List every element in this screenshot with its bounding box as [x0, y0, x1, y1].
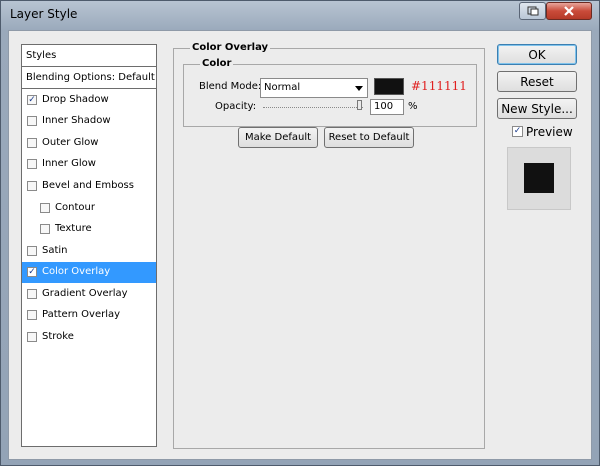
preview-label: Preview	[526, 125, 573, 139]
chevron-down-icon	[355, 86, 363, 91]
blending-options-item[interactable]: Blending Options: Default	[22, 67, 156, 89]
close-icon	[564, 6, 574, 16]
style-item-label: Satin	[42, 245, 68, 256]
style-item-label: Texture	[55, 223, 92, 234]
checkbox[interactable]	[27, 246, 37, 256]
style-item-bevel-emboss[interactable]: Bevel and Emboss	[22, 176, 156, 197]
opacity-input[interactable]: 100	[370, 99, 404, 115]
style-item-drop-shadow[interactable]: ✓ Drop Shadow	[22, 90, 156, 111]
checkbox[interactable]	[27, 181, 37, 191]
style-item-label: Contour	[55, 202, 95, 213]
blend-mode-label: Blend Mode:	[199, 81, 262, 92]
style-item-inner-glow[interactable]: Inner Glow	[22, 154, 156, 175]
style-item-satin[interactable]: Satin	[22, 241, 156, 262]
style-item-label: Inner Glow	[42, 158, 96, 169]
opacity-unit: %	[408, 101, 418, 112]
hex-annotation: #111111	[411, 79, 467, 93]
style-item-gradient-overlay[interactable]: Gradient Overlay	[22, 284, 156, 305]
close-button[interactable]	[546, 2, 592, 20]
preview-thumbnail	[507, 147, 571, 210]
checkbox[interactable]	[40, 224, 50, 234]
style-item-contour[interactable]: Contour	[22, 198, 156, 219]
ok-button[interactable]: OK	[497, 44, 577, 65]
layer-style-dialog: Layer Style Styles Blending Options: Def…	[0, 0, 600, 466]
styles-header[interactable]: Styles	[22, 45, 156, 67]
style-item-pattern-overlay[interactable]: Pattern Overlay	[22, 305, 156, 326]
styles-list: Styles Blending Options: Default ✓ Drop …	[21, 44, 157, 447]
help-button[interactable]	[519, 2, 546, 20]
checkbox[interactable]	[27, 138, 37, 148]
color-group-title: Color	[200, 58, 234, 69]
preview-shape	[524, 163, 554, 193]
style-item-label: Pattern Overlay	[42, 309, 121, 320]
checkbox[interactable]	[27, 159, 37, 169]
style-item-label: Drop Shadow	[42, 94, 109, 105]
style-item-label: Gradient Overlay	[42, 288, 128, 299]
style-item-label: Inner Shadow	[42, 115, 111, 126]
style-item-label: Bevel and Emboss	[42, 180, 134, 191]
reset-to-default-button[interactable]: Reset to Default	[324, 127, 414, 148]
checkbox[interactable]	[40, 203, 50, 213]
style-item-label: Outer Glow	[42, 137, 99, 148]
title-bar: Layer Style	[1, 1, 599, 29]
dialog-body: Styles Blending Options: Default ✓ Drop …	[8, 30, 592, 460]
window-title: Layer Style	[10, 7, 78, 21]
checkbox[interactable]	[27, 289, 37, 299]
opacity-label: Opacity:	[215, 101, 257, 112]
checkbox[interactable]: ✓	[27, 267, 37, 277]
style-item-outer-glow[interactable]: Outer Glow	[22, 133, 156, 154]
style-item-stroke[interactable]: Stroke	[22, 327, 156, 348]
checkbox[interactable]	[27, 332, 37, 342]
new-style-button[interactable]: New Style...	[497, 98, 577, 119]
make-default-button[interactable]: Make Default	[238, 127, 318, 148]
checkbox[interactable]	[27, 310, 37, 320]
reset-button[interactable]: Reset	[497, 71, 577, 92]
style-item-label: Stroke	[42, 331, 74, 342]
style-item-inner-shadow[interactable]: Inner Shadow	[22, 111, 156, 132]
preview-checkbox[interactable]: ✓	[512, 126, 523, 137]
color-swatch[interactable]	[374, 78, 404, 95]
style-item-label: Color Overlay	[42, 266, 111, 277]
opacity-slider-thumb[interactable]	[357, 100, 362, 110]
blend-mode-value: Normal	[264, 82, 301, 93]
opacity-slider[interactable]	[263, 107, 363, 108]
checkbox[interactable]	[27, 116, 37, 126]
help-icon	[527, 6, 538, 16]
style-item-color-overlay[interactable]: ✓ Color Overlay	[22, 262, 156, 283]
checkbox[interactable]: ✓	[27, 95, 37, 105]
blend-mode-select[interactable]: Normal	[260, 78, 368, 98]
style-item-texture[interactable]: Texture	[22, 219, 156, 240]
panel-title: Color Overlay	[190, 42, 271, 53]
